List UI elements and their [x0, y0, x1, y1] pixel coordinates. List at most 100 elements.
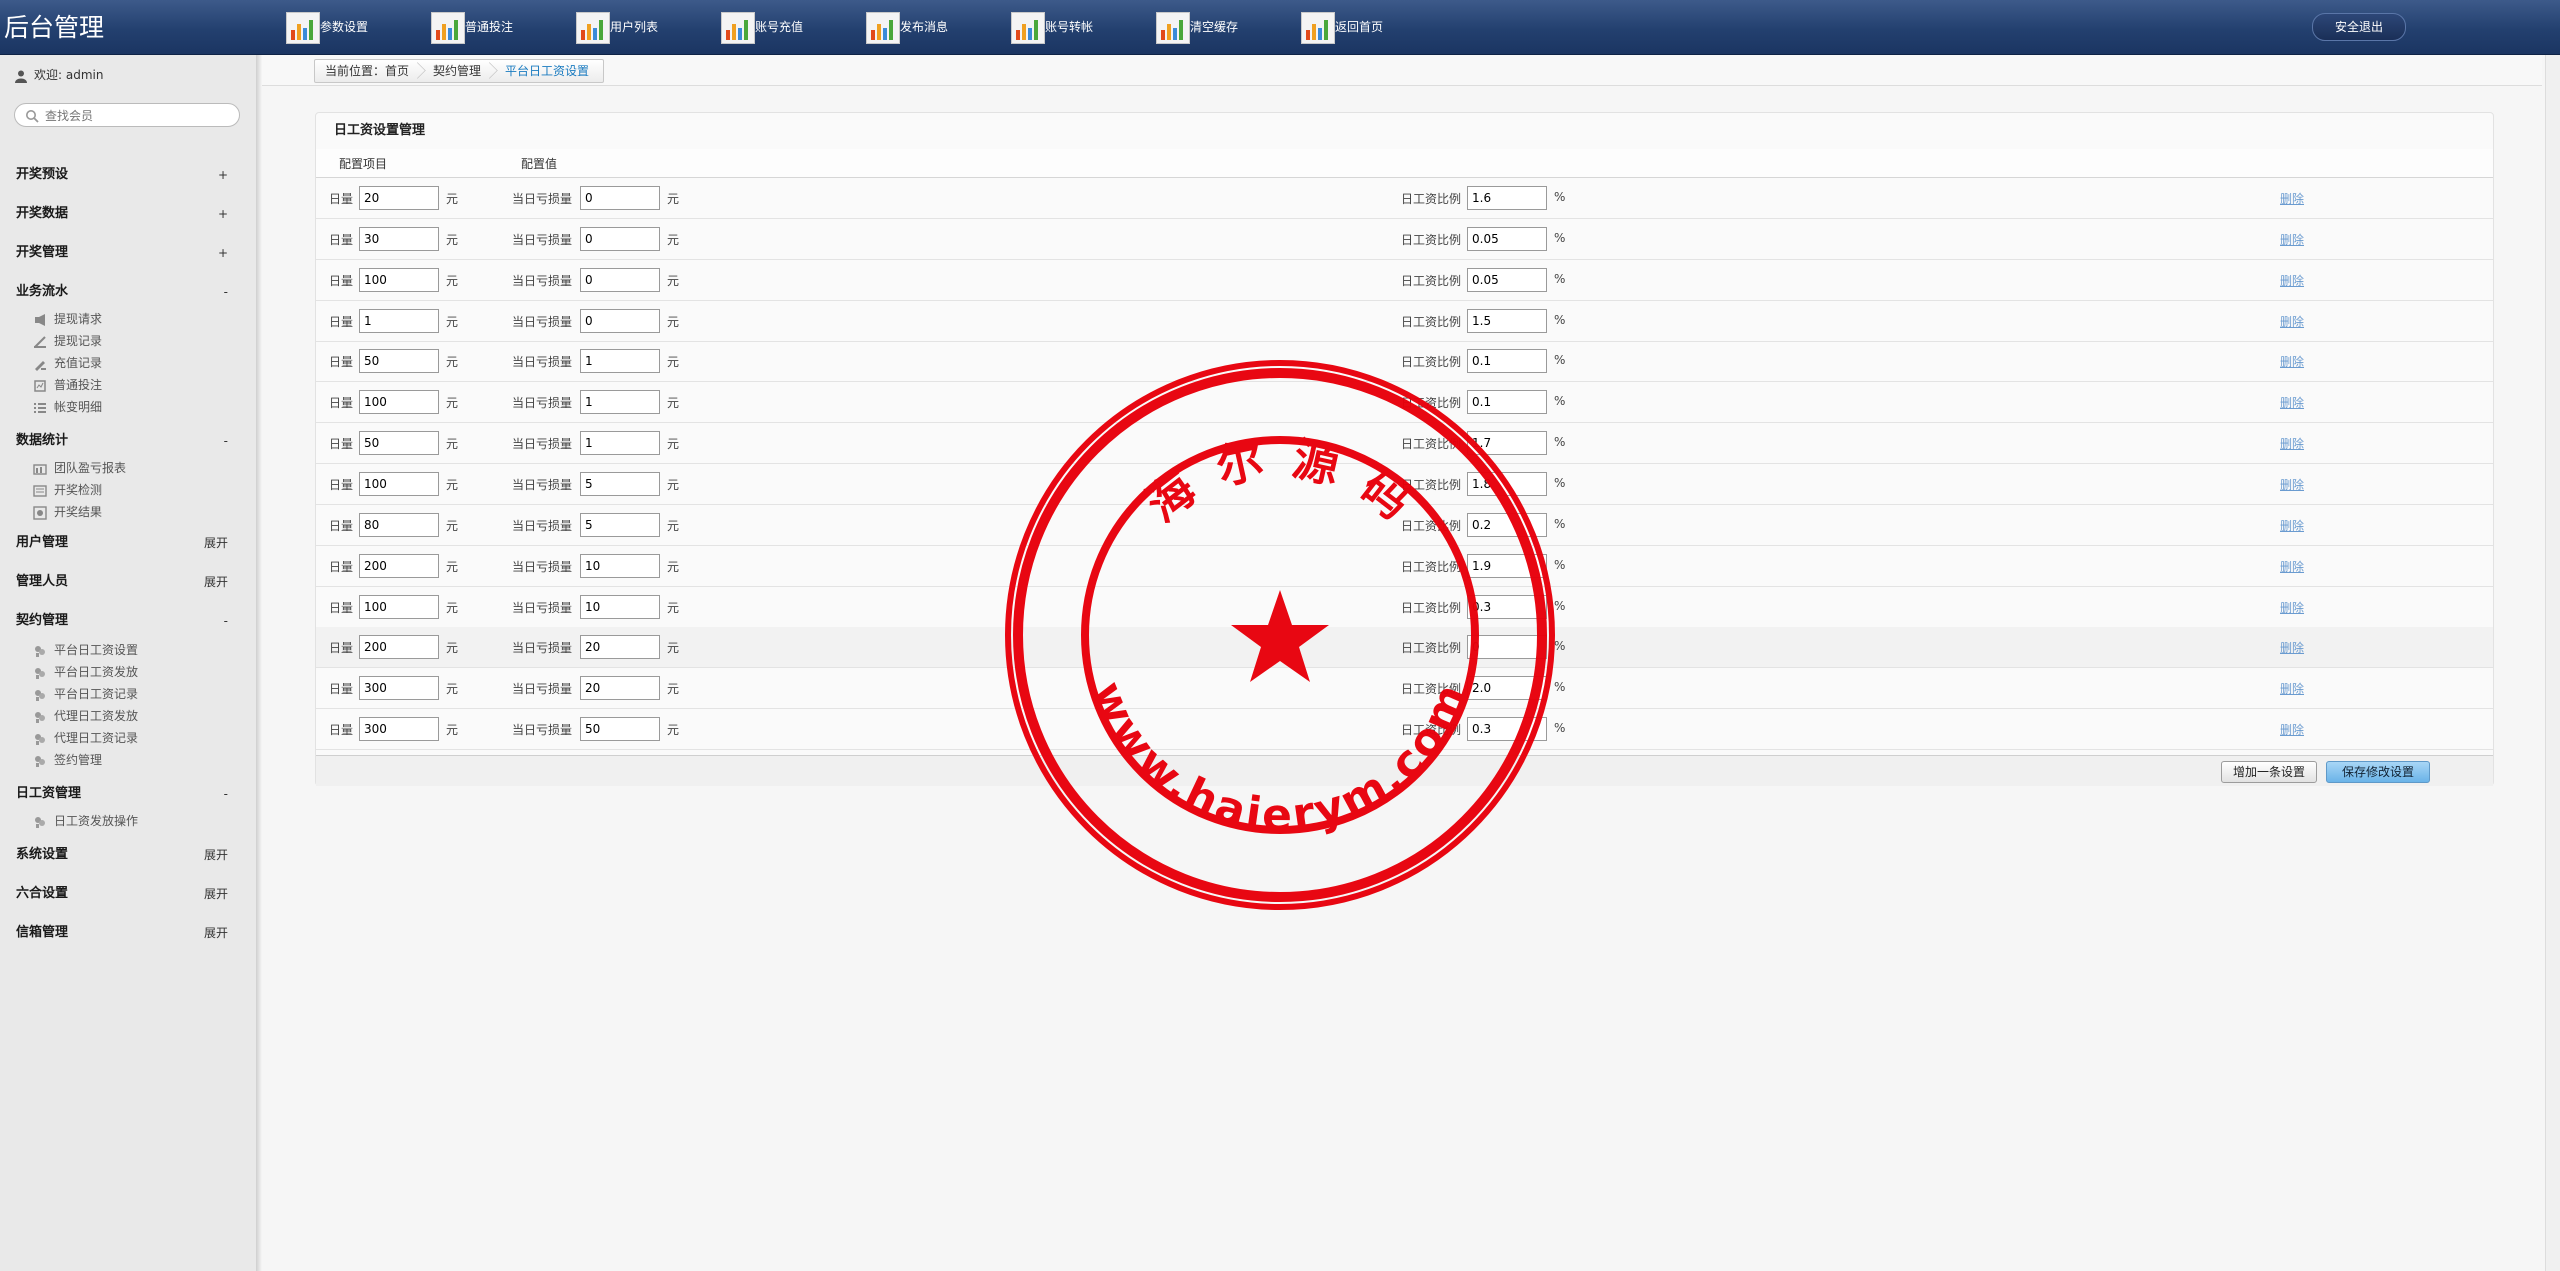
- save-settings-button[interactable]: 保存修改设置: [2326, 761, 2430, 783]
- loss-input[interactable]: [580, 308, 660, 333]
- nav-item[interactable]: 参数设置: [284, 10, 424, 44]
- nav-item[interactable]: 用户列表: [574, 10, 714, 44]
- sidebar-group[interactable]: 开奖数据 +: [16, 203, 236, 225]
- nav-item[interactable]: 返回首页: [1299, 10, 1439, 44]
- sidebar-group[interactable]: 用户管理 展开: [16, 532, 236, 554]
- sidebar-item[interactable]: 提现记录: [32, 331, 102, 351]
- volume-input[interactable]: [359, 635, 439, 660]
- ratio-input[interactable]: [1467, 186, 1547, 210]
- loss-input[interactable]: [580, 594, 660, 619]
- nav-item[interactable]: 账号转帐: [1009, 10, 1149, 44]
- ratio-input[interactable]: [1467, 472, 1547, 497]
- delete-link[interactable]: 删除: [2280, 599, 2304, 616]
- sidebar-group-toggle[interactable]: -: [224, 783, 228, 805]
- ratio-input[interactable]: [1467, 635, 1547, 660]
- loss-input[interactable]: [580, 553, 660, 578]
- delete-link[interactable]: 删除: [2280, 517, 2304, 534]
- ratio-input[interactable]: [1467, 553, 1547, 578]
- loss-input[interactable]: [580, 512, 660, 537]
- sidebar-group-toggle[interactable]: 展开: [204, 844, 228, 866]
- loss-input[interactable]: [580, 349, 660, 374]
- volume-input[interactable]: [359, 553, 439, 578]
- loss-input[interactable]: [580, 390, 660, 415]
- delete-link[interactable]: 删除: [2280, 476, 2304, 493]
- sidebar-group[interactable]: 开奖管理 +: [16, 242, 236, 264]
- ratio-input[interactable]: [1467, 349, 1547, 374]
- sidebar-group[interactable]: 系统设置 展开: [16, 844, 236, 866]
- sidebar-group[interactable]: 日工资管理 -: [16, 783, 236, 805]
- logout-button[interactable]: 安全退出: [2312, 13, 2406, 41]
- sidebar-group-toggle[interactable]: +: [218, 203, 228, 225]
- scrollbar[interactable]: [2545, 55, 2560, 1271]
- loss-input[interactable]: [580, 431, 660, 456]
- sidebar-group[interactable]: 六合设置 展开: [16, 883, 236, 905]
- delete-link[interactable]: 删除: [2280, 231, 2304, 248]
- ratio-input[interactable]: [1467, 594, 1547, 619]
- sidebar-group-toggle[interactable]: 展开: [204, 922, 228, 944]
- volume-input[interactable]: [359, 717, 439, 742]
- loss-input[interactable]: [580, 267, 660, 292]
- delete-link[interactable]: 删除: [2280, 680, 2304, 697]
- loss-input[interactable]: [580, 635, 660, 660]
- sidebar-group[interactable]: 数据统计 -: [16, 430, 236, 452]
- sidebar-group-toggle[interactable]: 展开: [204, 532, 228, 554]
- nav-item[interactable]: 账号充值: [719, 10, 859, 44]
- breadcrumb-contract[interactable]: 契约管理: [423, 60, 495, 82]
- search-input[interactable]: [43, 106, 233, 126]
- ratio-input[interactable]: [1467, 267, 1547, 292]
- volume-input[interactable]: [359, 349, 439, 374]
- sidebar-item[interactable]: 开奖检测: [32, 480, 102, 500]
- delete-link[interactable]: 删除: [2280, 721, 2304, 738]
- sidebar-item[interactable]: 代理日工资发放: [32, 706, 138, 726]
- delete-link[interactable]: 删除: [2280, 639, 2304, 656]
- sidebar-group-toggle[interactable]: +: [218, 242, 228, 264]
- delete-link[interactable]: 删除: [2280, 435, 2304, 452]
- sidebar-group-toggle[interactable]: +: [218, 164, 228, 186]
- loss-input[interactable]: [580, 186, 660, 210]
- sidebar-item[interactable]: 团队盈亏报表: [32, 458, 126, 478]
- sidebar-group[interactable]: 业务流水 -: [16, 281, 236, 303]
- loss-input[interactable]: [580, 676, 660, 701]
- add-setting-button[interactable]: 增加一条设置: [2221, 761, 2317, 783]
- sidebar-group-toggle[interactable]: -: [224, 610, 228, 632]
- loss-input[interactable]: [580, 472, 660, 497]
- sidebar-item[interactable]: 平台日工资发放: [32, 662, 138, 682]
- sidebar-group-toggle[interactable]: -: [224, 430, 228, 452]
- ratio-input[interactable]: [1467, 431, 1547, 456]
- nav-item[interactable]: 发布消息: [864, 10, 1004, 44]
- delete-link[interactable]: 删除: [2280, 558, 2304, 575]
- sidebar-item[interactable]: 平台日工资记录: [32, 684, 138, 704]
- sidebar-group[interactable]: 管理人员 展开: [16, 571, 236, 593]
- member-search-box[interactable]: [14, 103, 240, 127]
- sidebar-item[interactable]: 日工资发放操作: [32, 811, 138, 831]
- nav-item[interactable]: 普通投注: [429, 10, 569, 44]
- volume-input[interactable]: [359, 308, 439, 333]
- sidebar-group-toggle[interactable]: 展开: [204, 571, 228, 593]
- loss-input[interactable]: [580, 717, 660, 742]
- volume-input[interactable]: [359, 267, 439, 292]
- volume-input[interactable]: [359, 390, 439, 415]
- sidebar-item[interactable]: 提现请求: [32, 309, 102, 329]
- ratio-input[interactable]: [1467, 390, 1547, 415]
- sidebar-group-toggle[interactable]: 展开: [204, 883, 228, 905]
- sidebar-item[interactable]: 代理日工资记录: [32, 728, 138, 748]
- volume-input[interactable]: [359, 676, 439, 701]
- sidebar-group-toggle[interactable]: -: [224, 281, 228, 303]
- ratio-input[interactable]: [1467, 512, 1547, 537]
- delete-link[interactable]: 删除: [2280, 394, 2304, 411]
- volume-input[interactable]: [359, 431, 439, 456]
- volume-input[interactable]: [359, 226, 439, 251]
- breadcrumb-home[interactable]: 当前位置：首页: [315, 60, 423, 82]
- sidebar-item[interactable]: 签约管理: [32, 750, 102, 770]
- sidebar-item[interactable]: 开奖结果: [32, 502, 102, 522]
- loss-input[interactable]: [580, 226, 660, 251]
- sidebar-item[interactable]: 帐变明细: [32, 397, 102, 417]
- ratio-input[interactable]: [1467, 226, 1547, 251]
- sidebar-group[interactable]: 开奖预设 +: [16, 164, 236, 186]
- ratio-input[interactable]: [1467, 676, 1547, 701]
- sidebar-group[interactable]: 信箱管理 展开: [16, 922, 236, 944]
- volume-input[interactable]: [359, 512, 439, 537]
- sidebar-item[interactable]: 普通投注: [32, 375, 102, 395]
- delete-link[interactable]: 删除: [2280, 353, 2304, 370]
- sidebar-group[interactable]: 契约管理 -: [16, 610, 236, 632]
